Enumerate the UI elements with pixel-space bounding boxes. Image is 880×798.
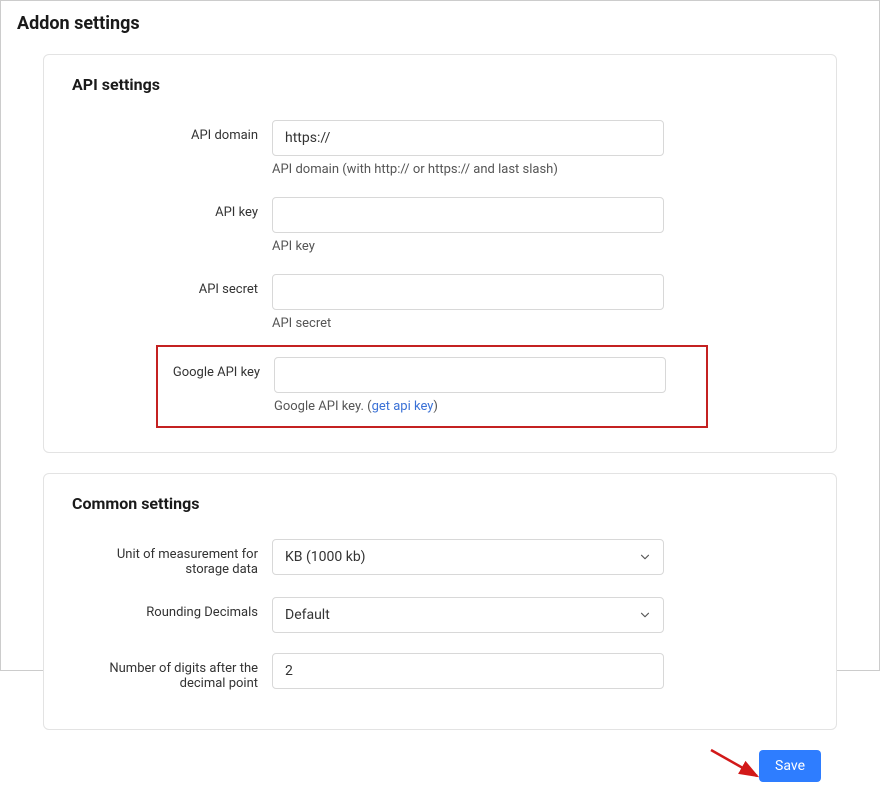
google-api-key-row: Google API key Google API key. (get api … bbox=[164, 351, 700, 420]
common-settings-card: Common settings Unit of measurement for … bbox=[43, 473, 837, 730]
api-domain-label: API domain bbox=[72, 120, 272, 143]
page-title: Addon settings bbox=[17, 13, 863, 34]
api-key-label: API key bbox=[72, 197, 272, 220]
api-secret-input[interactable] bbox=[272, 274, 664, 310]
api-key-input[interactable] bbox=[272, 197, 664, 233]
rounding-row: Rounding Decimals bbox=[72, 591, 808, 639]
api-key-row: API key API key bbox=[72, 191, 808, 260]
api-settings-card: API settings API domain API domain (with… bbox=[43, 54, 837, 453]
google-api-key-highlight: Google API key Google API key. (get api … bbox=[156, 345, 708, 428]
api-domain-hint: API domain (with http:// or https:// and… bbox=[272, 162, 664, 177]
google-api-key-hint-prefix: Google API key. ( bbox=[274, 399, 372, 414]
digits-label: Number of digits after the decimal point bbox=[72, 653, 272, 691]
api-secret-hint: API secret bbox=[272, 316, 664, 331]
api-secret-label: API secret bbox=[72, 274, 272, 297]
common-settings-title: Common settings bbox=[72, 494, 808, 513]
rounding-select[interactable] bbox=[272, 597, 664, 633]
google-api-key-hint: Google API key. (get api key) bbox=[274, 399, 666, 414]
api-secret-row: API secret API secret bbox=[72, 268, 808, 337]
google-api-key-input[interactable] bbox=[274, 357, 666, 393]
google-api-key-hint-suffix: ) bbox=[433, 399, 438, 414]
unit-label: Unit of measurement for storage data bbox=[72, 539, 272, 577]
unit-select[interactable] bbox=[272, 539, 664, 575]
save-button[interactable]: Save bbox=[759, 750, 821, 782]
arrow-annotation-icon bbox=[707, 746, 767, 786]
api-domain-input[interactable] bbox=[272, 120, 664, 156]
digits-row: Number of digits after the decimal point bbox=[72, 647, 808, 697]
save-row: Save bbox=[17, 750, 863, 782]
api-key-hint: API key bbox=[272, 239, 664, 254]
google-api-key-label: Google API key bbox=[164, 357, 274, 380]
api-domain-row: API domain API domain (with http:// or h… bbox=[72, 114, 808, 183]
digits-input[interactable] bbox=[272, 653, 664, 689]
api-settings-title: API settings bbox=[72, 75, 808, 94]
rounding-label: Rounding Decimals bbox=[72, 597, 272, 620]
unit-row: Unit of measurement for storage data bbox=[72, 533, 808, 583]
get-api-key-link[interactable]: get api key bbox=[372, 399, 434, 414]
